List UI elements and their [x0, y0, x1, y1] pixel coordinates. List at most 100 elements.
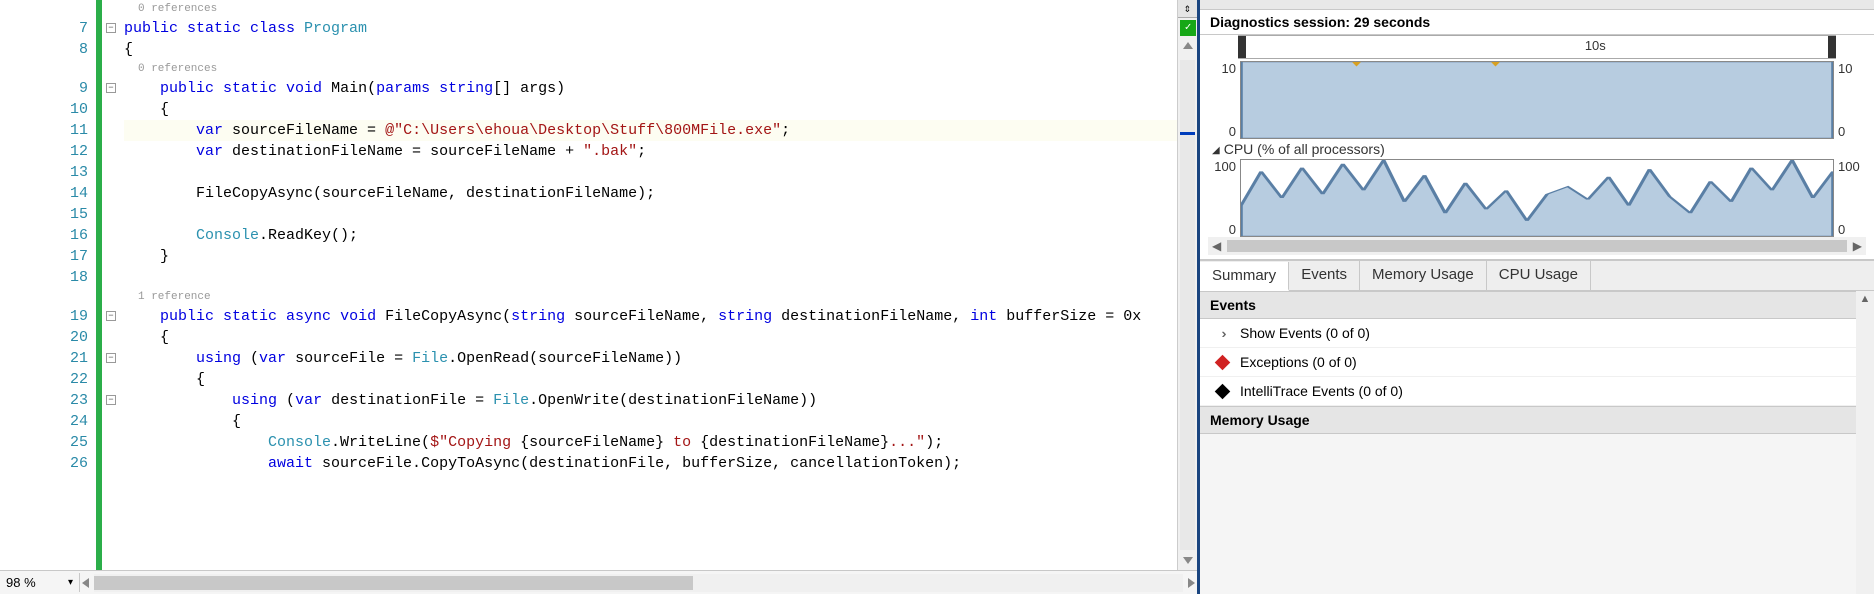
events-section-header: Events [1200, 291, 1856, 319]
line-number[interactable]: 10 [0, 99, 88, 120]
line-number[interactable]: 14 [0, 183, 88, 204]
cpu-chart-title: CPU (% of all processors) [1208, 139, 1866, 157]
diagnostics-hscroll[interactable]: ◀ ▶ [1208, 237, 1866, 255]
code-area[interactable]: 7891011121314151617181920212223242526 −−… [0, 0, 1197, 570]
line-number[interactable]: 16 [0, 225, 88, 246]
code-text-area[interactable]: 0 referencespublic static class Program{… [124, 0, 1177, 570]
zoom-dropdown[interactable]: 98 % ▾ [0, 573, 80, 592]
code-line[interactable]: { [124, 99, 1177, 120]
line-number[interactable]: 12 [0, 141, 88, 162]
codelens-references[interactable]: 0 references [124, 60, 1177, 78]
code-line[interactable]: var destinationFileName = sourceFileName… [124, 141, 1177, 162]
code-line[interactable] [124, 204, 1177, 225]
horizontal-scrollbar[interactable] [94, 574, 1183, 592]
code-line[interactable]: { [124, 39, 1177, 60]
fold-toggle-icon[interactable]: − [106, 353, 116, 363]
tab-summary[interactable]: Summary [1200, 262, 1289, 291]
fold-toggle-icon[interactable]: − [106, 23, 116, 33]
diagnostics-tabs: SummaryEventsMemory UsageCPU Usage [1200, 260, 1874, 291]
scroll-up-icon[interactable]: ▲ [1856, 291, 1874, 305]
code-line[interactable]: public static class Program [124, 18, 1177, 39]
intellitrace-icon [1214, 383, 1230, 399]
cpu-axis-high: 100 [1208, 159, 1236, 174]
line-number[interactable]: 21 [0, 348, 88, 369]
events-list: ››› Show Events (0 of 0) Exceptions (0 of … [1200, 319, 1856, 406]
scroll-right-icon[interactable]: ▶ [1853, 239, 1862, 253]
codelens-references[interactable]: 1 reference [124, 288, 1177, 306]
code-line[interactable]: public static async void FileCopyAsync(s… [124, 306, 1177, 327]
tab-memory-usage[interactable]: Memory Usage [1360, 261, 1487, 290]
cpu-axis-high-r: 100 [1838, 159, 1866, 174]
line-number[interactable]: 20 [0, 327, 88, 348]
code-line[interactable]: { [124, 369, 1177, 390]
cpu-chart[interactable] [1240, 159, 1834, 237]
line-number[interactable]: 18 [0, 267, 88, 288]
code-line[interactable]: await sourceFile.CopyToAsync(destination… [124, 453, 1177, 474]
diagnostics-session-header: Diagnostics session: 29 seconds [1200, 10, 1874, 35]
code-line[interactable]: } [124, 246, 1177, 267]
code-line[interactable]: using (var sourceFile = File.OpenRead(so… [124, 348, 1177, 369]
line-number[interactable]: 15 [0, 204, 88, 225]
vertical-scrollbar[interactable]: ⇕ ✓ [1177, 0, 1197, 570]
fold-toggle-icon[interactable]: − [106, 311, 116, 321]
diagnostics-vscroll[interactable]: ▲ [1856, 291, 1874, 594]
timeline-ruler[interactable]: 10s [1238, 35, 1836, 59]
event-label: Show Events (0 of 0) [1240, 325, 1370, 341]
change-marker-column: − − − − − [96, 0, 124, 570]
event-label: IntelliTrace Events (0 of 0) [1240, 383, 1403, 399]
code-line[interactable] [124, 267, 1177, 288]
code-line[interactable]: { [124, 327, 1177, 348]
code-line[interactable]: Console.WriteLine($"Copying {sourceFileN… [124, 432, 1177, 453]
event-row[interactable]: Exceptions (0 of 0) [1200, 348, 1856, 377]
caret-marker [1180, 132, 1195, 135]
line-number[interactable]: 17 [0, 246, 88, 267]
code-line[interactable]: using (var destinationFile = File.OpenWr… [124, 390, 1177, 411]
scroll-left-icon[interactable]: ◀ [1212, 239, 1221, 253]
fold-toggle-icon[interactable]: − [106, 395, 116, 405]
event-label: Exceptions (0 of 0) [1240, 354, 1357, 370]
timeline-start-marker[interactable] [1238, 36, 1246, 58]
fold-toggle-icon[interactable]: − [106, 83, 116, 93]
code-line[interactable]: FileCopyAsync(sourceFileName, destinatio… [124, 183, 1177, 204]
timeline-end-marker[interactable] [1828, 36, 1836, 58]
line-number[interactable]: 25 [0, 432, 88, 453]
line-number[interactable]: 24 [0, 411, 88, 432]
line-number[interactable]: 13 [0, 162, 88, 183]
line-number[interactable]: 26 [0, 453, 88, 474]
line-number[interactable]: 23 [0, 390, 88, 411]
line-number[interactable]: 8 [0, 39, 88, 60]
scroll-down-icon[interactable] [1183, 557, 1193, 564]
tab-cpu-usage[interactable]: CPU Usage [1487, 261, 1591, 290]
split-window-icon[interactable]: ⇕ [1178, 0, 1197, 18]
scrollbar-thumb[interactable] [94, 576, 693, 590]
memory-chart-row: 10 0 10 0 [1208, 61, 1866, 139]
cpu-axis-low-r: 0 [1838, 222, 1866, 237]
scrollbar-thumb[interactable] [1227, 240, 1847, 252]
zoom-value: 98 % [6, 575, 36, 590]
tab-events[interactable]: Events [1289, 261, 1360, 290]
event-row[interactable]: ››› Show Events (0 of 0) [1200, 319, 1856, 348]
status-ok-badge: ✓ [1180, 20, 1196, 36]
diagnostics-charts: 10s 10 0 10 0 CPU (% of all processors) … [1200, 35, 1874, 260]
line-number[interactable]: 9 [0, 78, 88, 99]
event-row[interactable]: IntelliTrace Events (0 of 0) [1200, 377, 1856, 406]
line-number[interactable]: 22 [0, 369, 88, 390]
code-line[interactable]: var sourceFileName = @"C:\Users\ehoua\De… [124, 120, 1177, 141]
line-number[interactable]: 19 [0, 306, 88, 327]
scroll-up-icon[interactable] [1183, 42, 1193, 49]
code-line[interactable]: public static void Main(params string[] … [124, 78, 1177, 99]
exception-icon [1214, 354, 1230, 370]
memory-axis-low: 0 [1208, 124, 1236, 139]
line-number[interactable]: 11 [0, 120, 88, 141]
code-line[interactable] [124, 162, 1177, 183]
memory-chart[interactable] [1240, 61, 1834, 139]
code-line[interactable]: Console.ReadKey(); [124, 225, 1177, 246]
chevrons-icon: ››› [1214, 325, 1230, 341]
timeline-tick-label: 10s [1585, 38, 1606, 53]
code-line[interactable]: { [124, 411, 1177, 432]
memory-axis-high-r: 10 [1838, 61, 1866, 76]
line-number[interactable]: 7 [0, 18, 88, 39]
memory-axis-high: 10 [1208, 61, 1236, 76]
line-number-gutter[interactable]: 78 9101112131415161718 1920212223242526 [0, 0, 96, 570]
codelens-references[interactable]: 0 references [124, 0, 1177, 18]
